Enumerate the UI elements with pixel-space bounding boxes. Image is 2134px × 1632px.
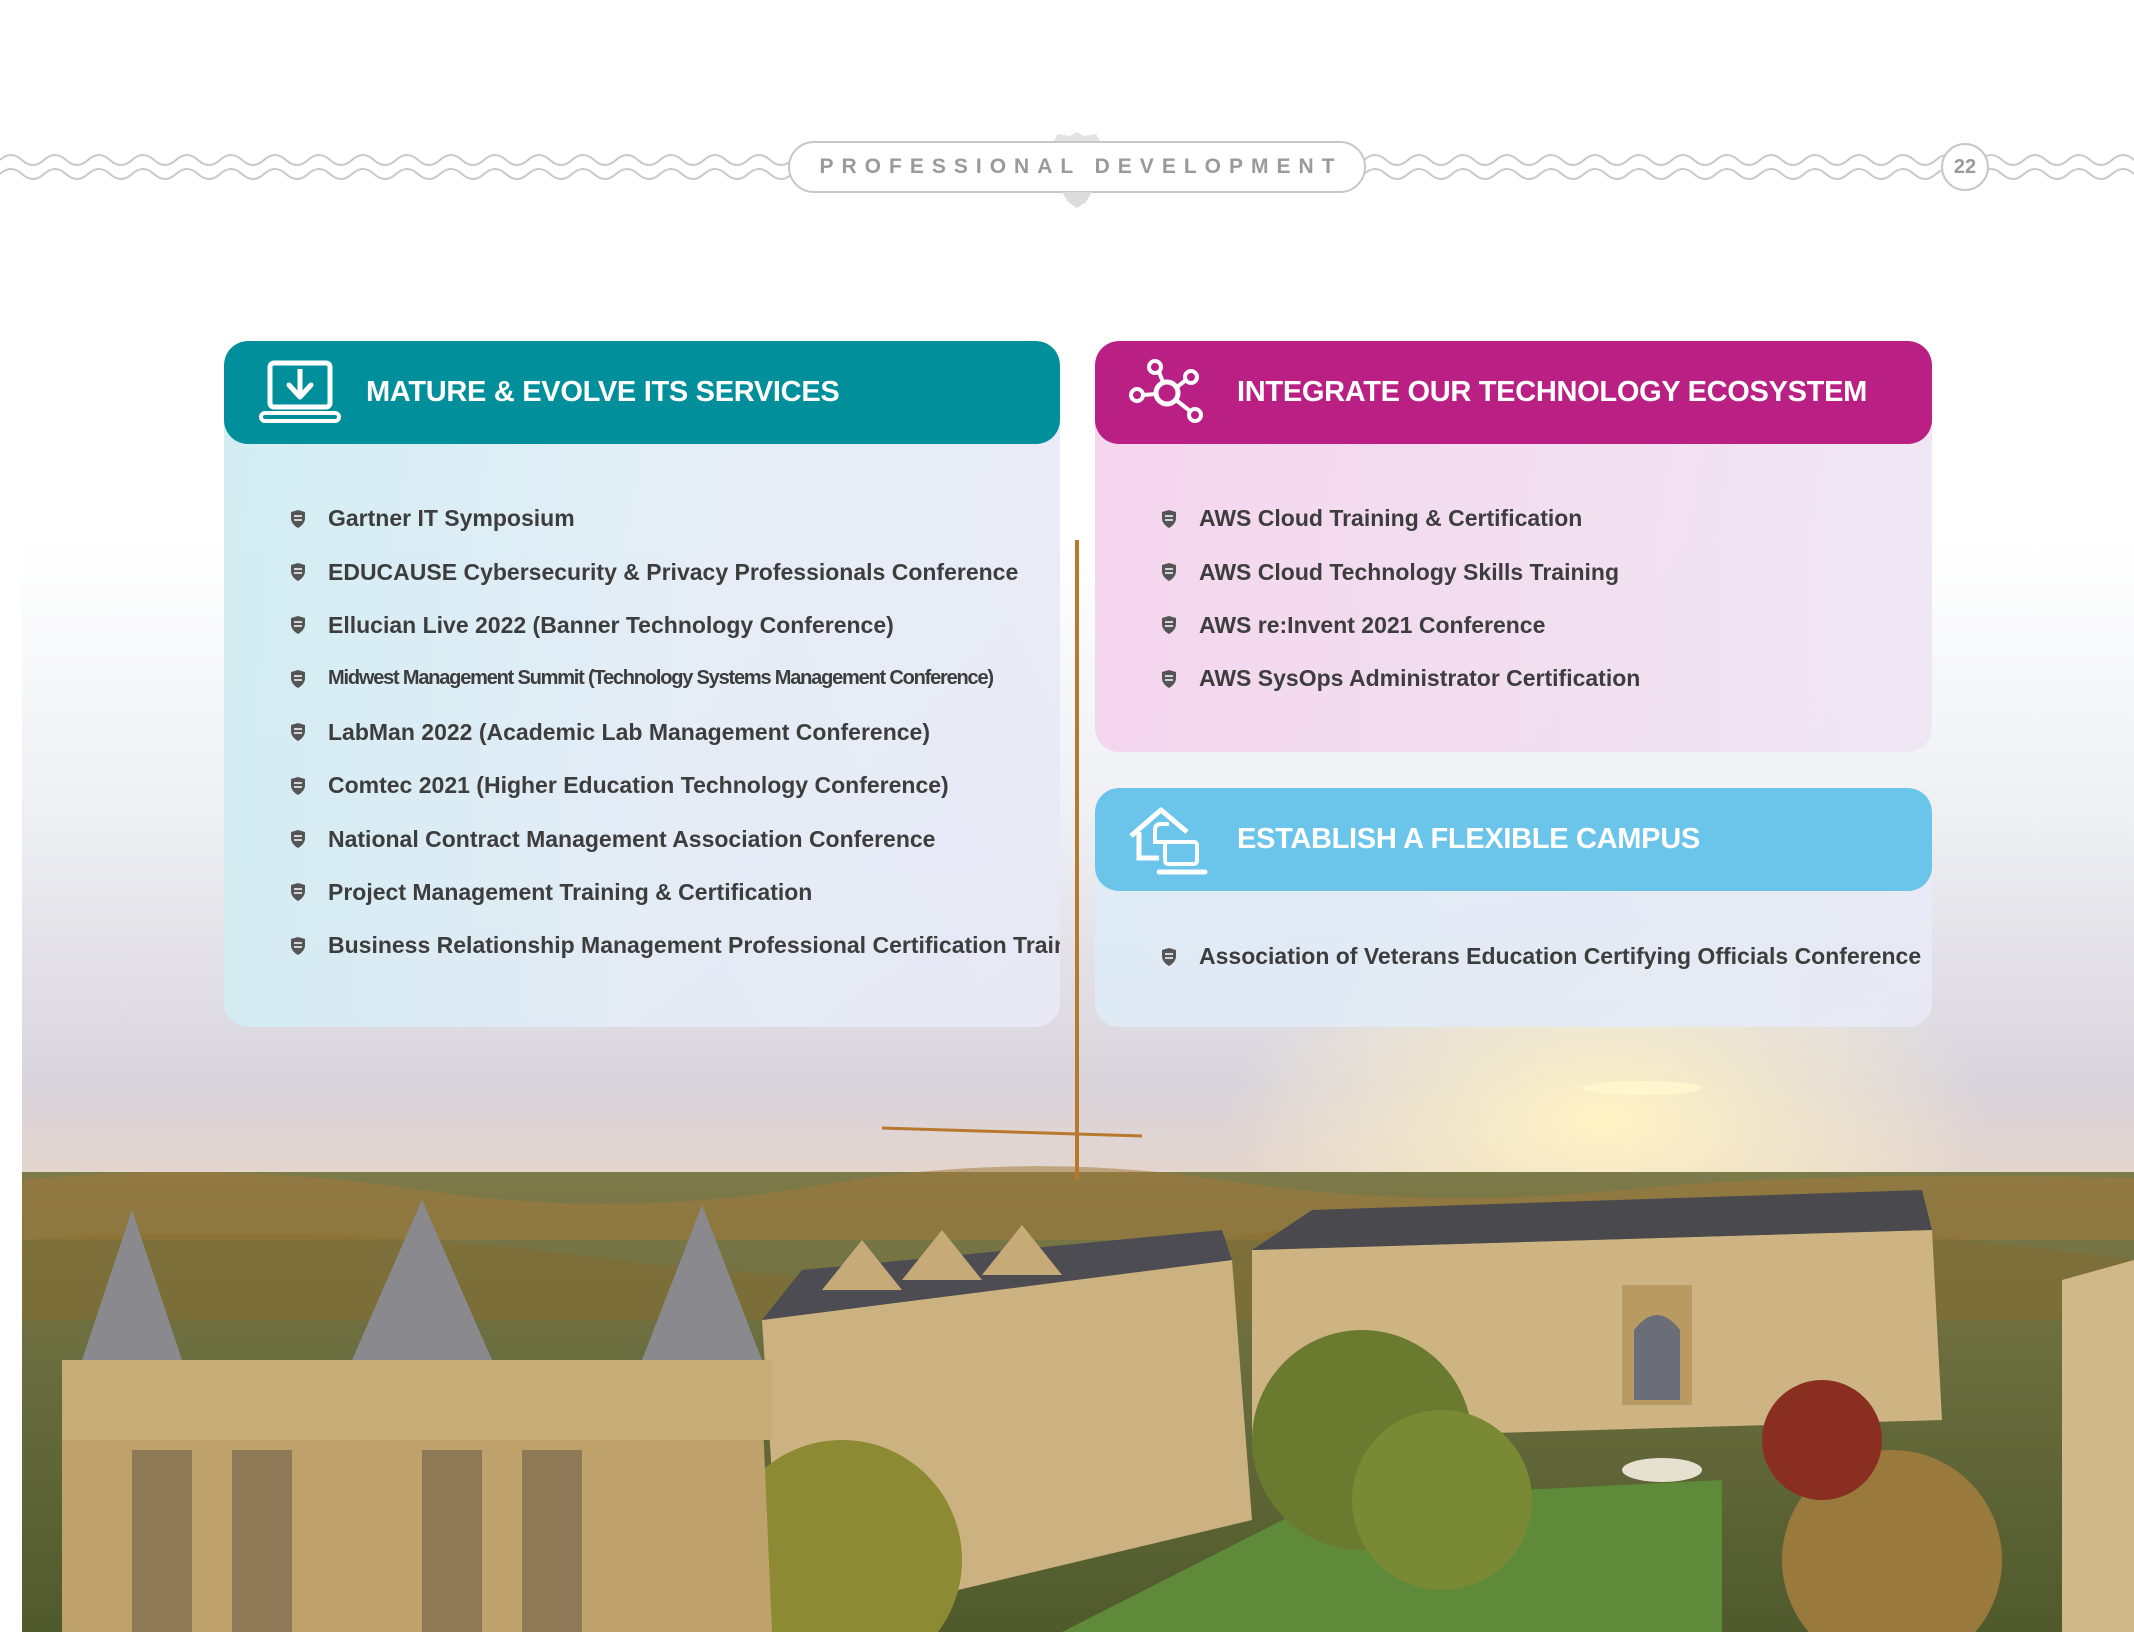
list-item-text: Business Relationship Management Profess… — [328, 932, 1060, 959]
list-item-text: EDUCAUSE Cybersecurity & Privacy Profess… — [328, 558, 1019, 585]
list-item-text: Association of Veterans Education Certif… — [1199, 943, 1922, 970]
home-laptop-icon — [1129, 807, 1208, 875]
list-item-text: AWS SysOps Administrator Certification — [1199, 665, 1641, 692]
list-item: AWS Cloud Training & Certification — [1161, 492, 1932, 545]
list-item-text: National Contract Management Association… — [328, 825, 936, 852]
card-flexible-title: ESTABLISH A FLEXIBLE CAMPUS — [1237, 823, 1700, 855]
card-flexible-list: Association of Veterans Education Certif… — [1161, 930, 1932, 983]
list-item-text: Ellucian Live 2022 (Banner Technology Co… — [328, 611, 894, 638]
shield-bullet-icon — [291, 723, 305, 742]
shield-bullet-icon — [291, 669, 305, 688]
section-title-pill: PROFESSIONAL DEVELOPMENT — [788, 141, 1366, 193]
card-mature-list: Gartner IT Symposium EDUCAUSE Cybersecur… — [290, 492, 1060, 973]
list-item-text: Project Management Training & Certificat… — [328, 878, 813, 905]
list-item: AWS Cloud Technology Skills Training — [1161, 545, 1932, 598]
shield-bullet-icon — [1162, 616, 1176, 635]
laptop-download-icon — [259, 360, 341, 423]
shield-bullet-icon — [291, 883, 305, 902]
shield-bullet-icon — [1162, 563, 1176, 582]
list-item: National Contract Management Association… — [290, 812, 1060, 865]
card-integrate-title: INTEGRATE OUR TECHNOLOGY ECOSYSTEM — [1237, 376, 1867, 408]
card-mature-header: MATURE & EVOLVE ITS SERVICES — [224, 341, 1060, 444]
list-item: LabMan 2022 (Academic Lab Management Con… — [290, 706, 1060, 759]
list-item-text: AWS re:Invent 2021 Conference — [1199, 611, 1546, 638]
card-mature-evolve: MATURE & EVOLVE ITS SERVICES Gartner IT … — [224, 341, 1060, 1027]
shield-bullet-icon — [1162, 509, 1176, 528]
page-number: 22 — [1941, 143, 1989, 191]
list-item: Gartner IT Symposium — [290, 492, 1060, 545]
list-item: Business Relationship Management Profess… — [290, 919, 1060, 972]
card-integrate-header: INTEGRATE OUR TECHNOLOGY ECOSYSTEM — [1095, 341, 1932, 444]
crest-bottom-icon — [1062, 192, 1092, 208]
section-title: PROFESSIONAL DEVELOPMENT — [819, 155, 1343, 178]
list-item: AWS re:Invent 2021 Conference — [1161, 599, 1932, 652]
list-item: Comtec 2021 (Higher Education Technology… — [290, 759, 1060, 812]
card-integrate-list: AWS Cloud Training & Certification AWS C… — [1161, 492, 1932, 706]
shield-bullet-icon — [1162, 669, 1176, 688]
list-item: EDUCAUSE Cybersecurity & Privacy Profess… — [290, 545, 1060, 598]
shield-bullet-icon — [1162, 947, 1176, 966]
card-mature-title: MATURE & EVOLVE ITS SERVICES — [366, 376, 840, 408]
card-flexible-campus: ESTABLISH A FLEXIBLE CAMPUS Association … — [1095, 788, 1932, 1027]
shield-bullet-icon — [291, 563, 305, 582]
list-item: AWS SysOps Administrator Certification — [1161, 652, 1932, 705]
shield-bullet-icon — [291, 830, 305, 849]
list-item-text: Midwest Management Summit (Technology Sy… — [328, 667, 994, 690]
list-item: Midwest Management Summit (Technology Sy… — [290, 652, 1060, 705]
list-item: Ellucian Live 2022 (Banner Technology Co… — [290, 599, 1060, 652]
list-item: Association of Veterans Education Certif… — [1161, 930, 1932, 983]
shield-bullet-icon — [291, 776, 305, 795]
card-flexible-header: ESTABLISH A FLEXIBLE CAMPUS — [1095, 788, 1932, 891]
shield-bullet-icon — [291, 616, 305, 635]
list-item: Project Management Training & Certificat… — [290, 866, 1060, 919]
shield-bullet-icon — [291, 936, 305, 955]
shield-bullet-icon — [291, 509, 305, 528]
card-integrate-ecosystem: INTEGRATE OUR TECHNOLOGY ECOSYSTEM AWS C… — [1095, 341, 1932, 752]
list-item-text: AWS Cloud Technology Skills Training — [1199, 558, 1619, 585]
list-item-text: Comtec 2021 (Higher Education Technology… — [328, 772, 949, 799]
network-nodes-icon — [1129, 359, 1203, 423]
list-item-text: AWS Cloud Training & Certification — [1199, 505, 1583, 532]
list-item-text: LabMan 2022 (Academic Lab Management Con… — [328, 718, 930, 745]
list-item-text: Gartner IT Symposium — [328, 505, 575, 532]
